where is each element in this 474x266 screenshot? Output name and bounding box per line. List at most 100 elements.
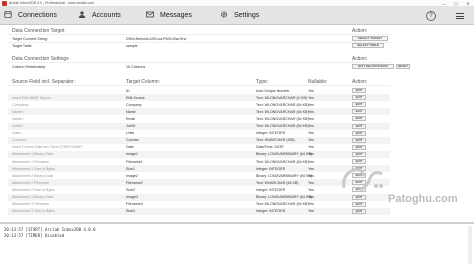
select-table-button[interactable]: SELECT TABLE — [352, 43, 384, 48]
mapping-cell-type: Date/Time: DATE — [256, 145, 284, 150]
edit-row-button[interactable]: EDIT — [352, 130, 366, 136]
select-target-button[interactable]: SELECT TARGET — [352, 36, 388, 41]
main-nav: Connections Accounts Messages Settings ? — [0, 7, 474, 25]
target-table-value: sample — [126, 44, 138, 48]
mapping-cell-type: Text: WLONGVARCHAR (64 KB) — [256, 102, 309, 107]
mapping-cell-target: Image2 — [126, 173, 138, 178]
mapping-cell-target: Size2 — [126, 187, 135, 192]
close-button[interactable]: ✕ — [462, 0, 474, 7]
mapping-cell-type: Binary: LONGVARBINARY (64 KB) — [256, 195, 312, 199]
mapping-cell-nullable: Yes — [308, 159, 314, 164]
target-table-label: Target Table: — [12, 44, 33, 48]
mapping-cell-nullable: Yes — [308, 88, 314, 93]
mapping-cell-nullable: Yes — [308, 102, 314, 107]
mapping-cell-nullable: Yes — [308, 180, 314, 185]
mapping-cell-source: Attachment 2 Binary Data — [12, 173, 53, 178]
mapping-cell-type: Integer: INTEGER — [256, 166, 286, 171]
mapping-cell-nullable: Yes — [308, 166, 314, 171]
row-shading — [8, 108, 390, 116]
tab-connections-label: Connections — [18, 12, 57, 19]
mapping-cell-target: Image1 — [126, 152, 138, 157]
row-shading — [8, 94, 390, 102]
mapping-cell-target: Filename2 — [126, 180, 143, 185]
mapping-cell-target: ID — [126, 88, 130, 93]
mapping-cell-nullable: Yes — [308, 173, 314, 178]
tab-messages[interactable]: Messages — [146, 7, 192, 25]
mapping-cell-type: Text: WLONGVARCHAR (64 KB) — [256, 109, 309, 114]
mapping-cell-type: Integer: INTEGER — [256, 209, 286, 214]
mapping-cell-target: Size1 — [126, 166, 135, 171]
minimize-button[interactable]: — — [438, 0, 450, 7]
mapping-cell-target: Company — [126, 102, 142, 107]
mapping-cell-type: Integer: INTEGER — [256, 131, 286, 136]
edit-row-button[interactable]: EDIT — [352, 116, 366, 122]
mapping-cell-source: Insert Current Date and Time (TIMESTAMP) — [12, 145, 83, 150]
mapping-cell-target: Filename3 — [126, 202, 143, 207]
mapping-cell-type: Text: WLONGVARCHAR (64 KB) — [256, 116, 309, 121]
tab-connections[interactable]: Connections — [4, 7, 57, 25]
mapping-cell-source: Name< — [12, 109, 24, 114]
mapping-cell-source: Attachment 3 Filename — [12, 202, 49, 207]
mapping-cell-source: Attachment 3 Size in Bytes — [12, 209, 55, 214]
user-icon — [78, 11, 86, 18]
log-panel: 20:13:57 [START] Arclab Inbox2DB 4.0.0 2… — [0, 222, 474, 266]
mapping-cell-type: Text: WLONGVARCHAR (64 KB) — [256, 202, 309, 207]
watermark: Patoghu.com — [326, 164, 468, 216]
mapping-cell-target: Units — [126, 131, 135, 136]
mapping-cell-target: Counter — [126, 138, 139, 143]
edit-row-button[interactable]: EDIT — [352, 95, 366, 101]
mapping-cell-type: Text: WLONGVARCHAR (64 KB) — [256, 124, 309, 128]
mapping-cell-nullable: Yes — [308, 95, 314, 100]
reset-button[interactable]: RESET — [396, 64, 410, 69]
mapping-cell-type: Integer: INTEGER — [256, 187, 286, 192]
watermark-logo-icon — [342, 168, 383, 192]
mapping-cell-target: EMLSource — [126, 95, 145, 100]
mapping-cell-target: JobID — [126, 124, 136, 128]
edit-row-button[interactable]: EDIT — [352, 123, 366, 129]
log-line: 20:13:57 [TIMER] Disabled — [4, 233, 65, 238]
help-button[interactable]: ? — [426, 11, 436, 21]
tab-messages-label: Messages — [160, 12, 192, 19]
mapping-cell-target: Filename1 — [126, 159, 143, 164]
maximize-button[interactable]: ☐ — [450, 0, 462, 7]
row-shading — [8, 150, 390, 158]
title-bar: Arclab Inbox2DB 4.0 - Professional - www… — [0, 0, 474, 7]
tab-settings[interactable]: Settings — [220, 7, 259, 25]
menu-icon[interactable] — [456, 13, 464, 19]
main-content: Data Connection Target Action: Target Co… — [0, 26, 474, 222]
mapping-cell-type: Text: WVARCHAR (64 KB) — [256, 180, 299, 185]
mapping-cell-type: Auto Unique Number — [256, 88, 290, 93]
edit-row-button[interactable]: EDIT — [352, 137, 366, 143]
mapping-cell-nullable: Yes — [308, 209, 314, 214]
window-title: Arclab Inbox2DB 4.0 - Professional - www… — [9, 1, 95, 5]
log-line: 20:13:57 [START] Arclab Inbox2DB 4.0.0 — [4, 227, 96, 232]
edit-row-button[interactable]: EDIT — [352, 144, 366, 150]
mapping-cell-source: Attachment 2 Size in Bytes — [12, 187, 55, 192]
row-shading — [8, 122, 390, 130]
mapping-cell-source: Attachment 1 Size in Bytes — [12, 166, 55, 171]
edit-row-button[interactable]: EDIT — [352, 88, 366, 93]
mapping-cell-source: Counter< — [12, 138, 27, 143]
tab-accounts-label: Accounts — [92, 12, 121, 19]
edit-row-button[interactable]: EDIT — [352, 102, 366, 108]
row-shading — [8, 136, 390, 144]
mapping-cell-nullable: Yes — [308, 124, 314, 128]
edit-row-button[interactable]: EDIT — [352, 151, 366, 157]
mapping-cell-source: Attachment 3 Binary Data — [12, 195, 53, 199]
mapping-cell-type: Binary: LONGVARBINARY (64 KB) — [256, 173, 312, 178]
mapping-cell-target: Date — [126, 145, 134, 150]
mapping-cell-type: Text: WLONGVARCHAR (4 GB) — [256, 95, 308, 100]
mapping-cell-target: Size3 — [126, 209, 135, 214]
mapping-cell-target: Image3 — [126, 195, 138, 199]
tab-settings-label: Settings — [234, 12, 260, 19]
mapping-cell-nullable: Yes — [308, 109, 314, 114]
edit-relationship-button[interactable]: EDIT RELATIONSHIP — [352, 64, 394, 69]
mapping-cell-source: Insert EMLMIME Source — [12, 95, 52, 100]
mapping-cell-nullable: Yes — [308, 116, 314, 121]
target-connect-label: Target Connect String: — [12, 37, 48, 41]
mapping-cell-source: JobID< — [12, 124, 24, 128]
log-scrollbar[interactable] — [468, 226, 472, 264]
edit-row-button[interactable]: EDIT — [352, 109, 366, 115]
tab-accounts[interactable]: Accounts — [78, 7, 121, 25]
mapping-cell-source: Units< — [12, 131, 23, 136]
